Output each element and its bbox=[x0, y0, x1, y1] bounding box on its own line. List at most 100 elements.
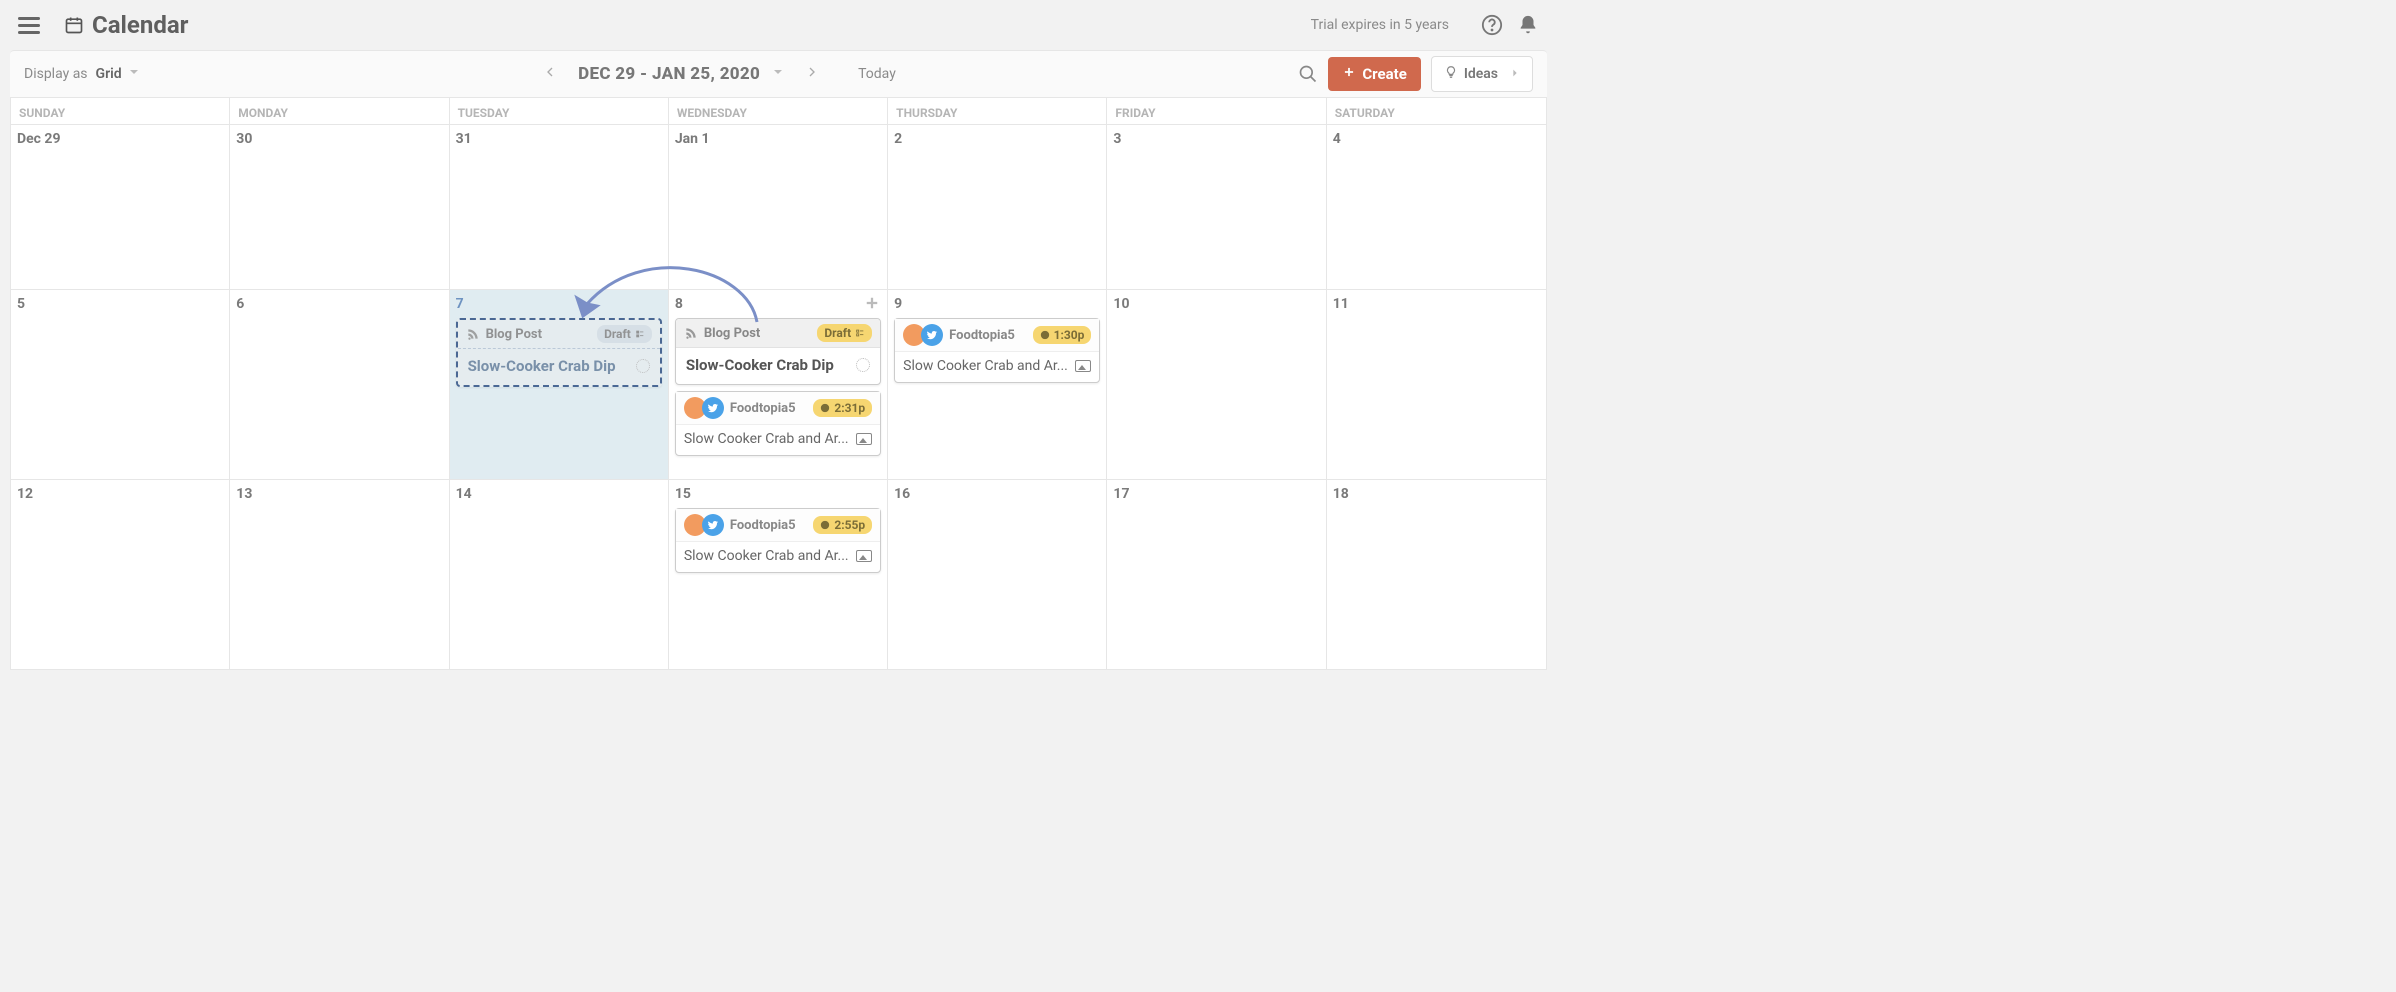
calendar-day[interactable]: 11 bbox=[1327, 290, 1546, 479]
day-header: MONDAY bbox=[230, 98, 449, 124]
rss-icon bbox=[684, 326, 698, 340]
event-title: Slow-Cooker Crab Dip bbox=[686, 356, 834, 374]
today-button[interactable]: Today bbox=[858, 66, 896, 82]
date-number: 30 bbox=[236, 131, 442, 147]
image-attachment-icon bbox=[1075, 360, 1091, 372]
time-label: 1:30p bbox=[1054, 328, 1085, 342]
event-type-label: Blog Post bbox=[704, 326, 760, 341]
image-attachment-icon bbox=[856, 433, 872, 445]
calendar-day[interactable]: 15 Foodtopia5 2:55p bbox=[669, 480, 888, 669]
social-account-name: Foodtopia5 bbox=[730, 401, 796, 416]
display-as-label: Display as bbox=[24, 66, 88, 82]
event-card-ghost[interactable]: Blog Post Draft Slow-Cooker Crab Dip bbox=[456, 318, 662, 387]
app-header: Calendar Trial expires in 5 years bbox=[0, 0, 1557, 50]
calendar-week: 5 6 7 Blog Post Draft bbox=[11, 289, 1546, 479]
event-card-blog-post[interactable]: Blog Post Draft Slow-Cooker Crab Dip bbox=[675, 318, 881, 385]
date-range-picker[interactable]: DEC 29 - JAN 25, 2020 bbox=[578, 64, 784, 84]
ideas-button[interactable]: Ideas bbox=[1431, 56, 1533, 92]
tasks-icon bbox=[635, 329, 645, 339]
date-number: 12 bbox=[17, 486, 223, 502]
event-card-social[interactable]: Foodtopia5 2:55p Slow Cooker Crab and Ar… bbox=[675, 508, 881, 573]
calendar-day[interactable]: 3 bbox=[1107, 125, 1326, 289]
badge-label: Draft bbox=[604, 327, 631, 341]
date-number: 3 bbox=[1113, 131, 1319, 147]
event-card-social[interactable]: Foodtopia5 1:30p Slow Cooker Crab and Ar… bbox=[894, 318, 1100, 383]
time-badge: 2:55p bbox=[813, 516, 872, 534]
calendar-day[interactable]: 9 Foodtopia5 1:30p bbox=[888, 290, 1107, 479]
social-post-title: Slow Cooker Crab and Ar... bbox=[684, 431, 849, 447]
calendar-day[interactable]: 6 bbox=[230, 290, 449, 479]
badge-label: Draft bbox=[824, 326, 851, 340]
twitter-icon bbox=[702, 514, 724, 536]
day-header: THURSDAY bbox=[888, 98, 1107, 124]
event-card-social[interactable]: Foodtopia5 2:31p Slow Cooker Crab and Ar… bbox=[675, 391, 881, 456]
date-number: 15 bbox=[675, 486, 881, 502]
plus-icon bbox=[1342, 65, 1356, 83]
calendar-day[interactable]: 2 bbox=[888, 125, 1107, 289]
event-type: Blog Post bbox=[466, 327, 542, 342]
notification-bell-icon[interactable] bbox=[1517, 14, 1539, 36]
day-header: SUNDAY bbox=[11, 98, 230, 124]
calendar-day[interactable]: Dec 29 bbox=[11, 125, 230, 289]
date-number: 4 bbox=[1333, 131, 1540, 147]
add-event-button[interactable] bbox=[863, 294, 881, 312]
calendar-week: Dec 29 30 31 Jan 1 2 3 4 bbox=[11, 124, 1546, 289]
social-post-title: Slow Cooker Crab and Ar... bbox=[684, 548, 849, 564]
create-button[interactable]: Create bbox=[1328, 57, 1420, 91]
calendar-day[interactable]: 18 bbox=[1327, 480, 1546, 669]
display-mode-dropdown[interactable]: Grid bbox=[96, 66, 140, 82]
date-number: 9 bbox=[894, 296, 1100, 312]
calendar-day[interactable]: 10 bbox=[1107, 290, 1326, 479]
rss-icon bbox=[466, 327, 480, 341]
social-account-icons bbox=[903, 324, 943, 346]
calendar-day[interactable]: 4 bbox=[1327, 125, 1546, 289]
date-number: 5 bbox=[17, 296, 223, 312]
calendar-day[interactable]: 8 Blog Post Draft Slow-Cooker Crab bbox=[669, 290, 888, 479]
status-badge: Draft bbox=[597, 325, 652, 343]
time-badge: 1:30p bbox=[1033, 326, 1092, 344]
calendar-week: 12 13 14 15 Foodtopia5 bbox=[11, 479, 1546, 669]
ideas-button-label: Ideas bbox=[1464, 66, 1498, 82]
calendar-day[interactable]: 14 bbox=[450, 480, 669, 669]
event-options-icon[interactable] bbox=[636, 359, 650, 373]
calendar-day[interactable]: 13 bbox=[230, 480, 449, 669]
calendar-day[interactable]: 16 bbox=[888, 480, 1107, 669]
time-badge: 2:31p bbox=[813, 399, 872, 417]
date-range-label: DEC 29 - JAN 25, 2020 bbox=[578, 64, 760, 84]
day-header: FRIDAY bbox=[1107, 98, 1326, 124]
calendar-day[interactable]: Jan 1 bbox=[669, 125, 888, 289]
date-number: 2 bbox=[894, 131, 1100, 147]
calendar-day[interactable]: 5 bbox=[11, 290, 230, 479]
date-number: 16 bbox=[894, 486, 1100, 502]
chevron-down-icon bbox=[772, 66, 784, 82]
twitter-icon bbox=[702, 397, 724, 419]
day-header: SATURDAY bbox=[1327, 98, 1546, 124]
event-options-icon[interactable] bbox=[856, 358, 870, 372]
calendar-day[interactable]: 30 bbox=[230, 125, 449, 289]
day-header: WEDNESDAY bbox=[669, 98, 888, 124]
time-label: 2:55p bbox=[834, 518, 865, 532]
help-icon[interactable] bbox=[1481, 14, 1503, 36]
calendar-grid: SUNDAY MONDAY TUESDAY WEDNESDAY THURSDAY… bbox=[10, 98, 1547, 670]
day-header: TUESDAY bbox=[450, 98, 669, 124]
hamburger-menu-button[interactable] bbox=[18, 11, 46, 39]
date-number: 8 bbox=[675, 296, 881, 312]
date-number: Dec 29 bbox=[17, 131, 223, 147]
create-button-label: Create bbox=[1362, 65, 1406, 83]
time-label: 2:31p bbox=[834, 401, 865, 415]
event-type: Blog Post bbox=[684, 326, 760, 341]
calendar-day-drop-target[interactable]: 7 Blog Post Draft Slow-Cooker Crab D bbox=[450, 290, 669, 479]
social-account-icons bbox=[684, 397, 724, 419]
search-icon[interactable] bbox=[1298, 64, 1318, 84]
calendar-day[interactable]: 17 bbox=[1107, 480, 1326, 669]
calendar-toolbar: Display as Grid DEC 29 - JAN 25, 2020 To… bbox=[10, 50, 1547, 98]
date-number: 17 bbox=[1113, 486, 1319, 502]
social-account-icons bbox=[684, 514, 724, 536]
calendar-day[interactable]: 12 bbox=[11, 480, 230, 669]
date-number: 18 bbox=[1333, 486, 1540, 502]
event-type-label: Blog Post bbox=[486, 327, 542, 342]
calendar-day[interactable]: 31 bbox=[450, 125, 669, 289]
event-title: Slow-Cooker Crab Dip bbox=[468, 357, 616, 375]
next-period-button[interactable] bbox=[804, 64, 820, 84]
prev-period-button[interactable] bbox=[542, 64, 558, 84]
